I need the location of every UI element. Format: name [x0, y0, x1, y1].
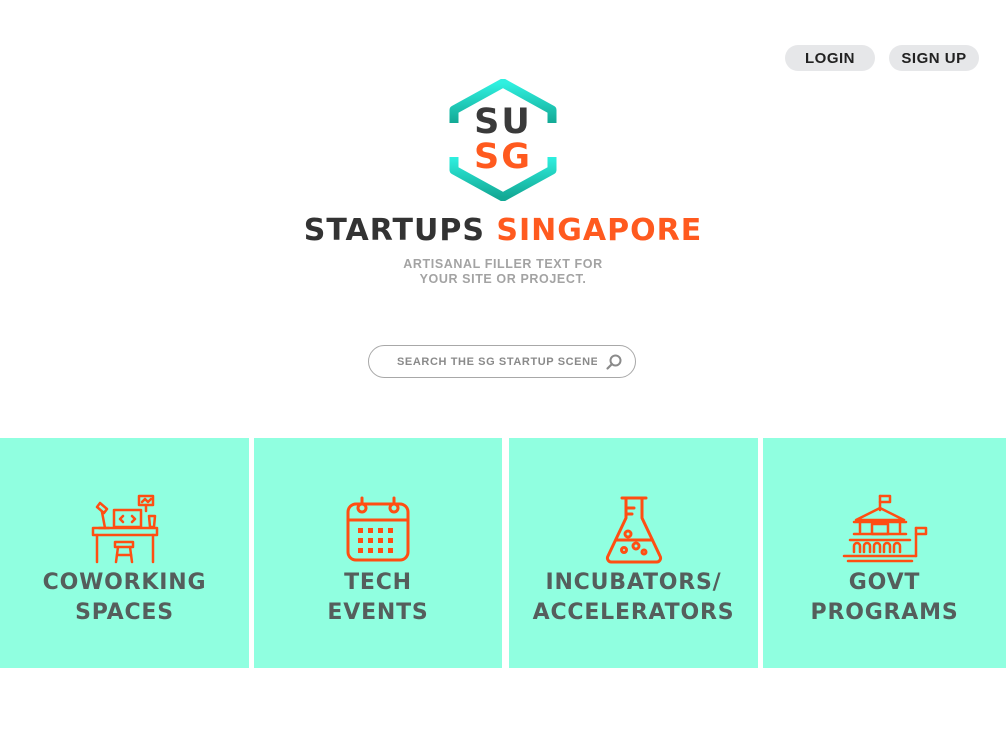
desk-icon [91, 494, 158, 564]
category-label: INCUBATORS/ ACCELERATORS [509, 568, 758, 628]
category-label-line1: INCUBATORS/ [545, 570, 722, 595]
site-title-part1: STARTUPS [303, 213, 485, 248]
flask-icon [605, 496, 662, 564]
category-label: GOVT PROGRAMS [763, 568, 1006, 628]
tagline-line2: YOUR SITE OR PROJECT. [419, 272, 587, 286]
search-input[interactable] [395, 354, 599, 369]
category-tile-tech-events[interactable]: TECH EVENTS [254, 438, 502, 668]
search-icon[interactable] [605, 353, 623, 371]
category-label-line1: TECH [344, 570, 412, 595]
category-tile-coworking[interactable]: COWORKING SPACES [0, 438, 249, 668]
logo-text-su: SU [474, 102, 532, 142]
calendar-icon [346, 496, 410, 562]
category-label-line1: COWORKING [42, 570, 207, 595]
category-label-line2: EVENTS [327, 600, 429, 625]
tagline: ARTISANAL FILLER TEXT FOR YOUR SITE OR P… [0, 257, 1006, 287]
tagline-line1: ARTISANAL FILLER TEXT FOR [403, 257, 603, 271]
site-title: STARTUPS SINGAPORE [0, 213, 1006, 248]
logo-text-sg: SG [474, 137, 532, 177]
government-building-icon [842, 494, 927, 563]
category-label-line2: SPACES [75, 600, 174, 625]
login-button[interactable]: LOGIN [785, 45, 875, 71]
signup-button[interactable]: SIGN UP [889, 45, 979, 71]
site-title-part2: SINGAPORE [496, 213, 703, 248]
category-label: COWORKING SPACES [0, 568, 249, 628]
category-label-line2: PROGRAMS [810, 600, 959, 625]
category-label: TECH EVENTS [254, 568, 502, 628]
category-tile-govt-programs[interactable]: GOVT PROGRAMS [763, 438, 1006, 668]
search-bar [368, 345, 636, 378]
category-tile-incubators[interactable]: INCUBATORS/ ACCELERATORS [509, 438, 758, 668]
category-label-line1: GOVT [848, 570, 921, 595]
category-label-line2: ACCELERATORS [532, 600, 735, 625]
